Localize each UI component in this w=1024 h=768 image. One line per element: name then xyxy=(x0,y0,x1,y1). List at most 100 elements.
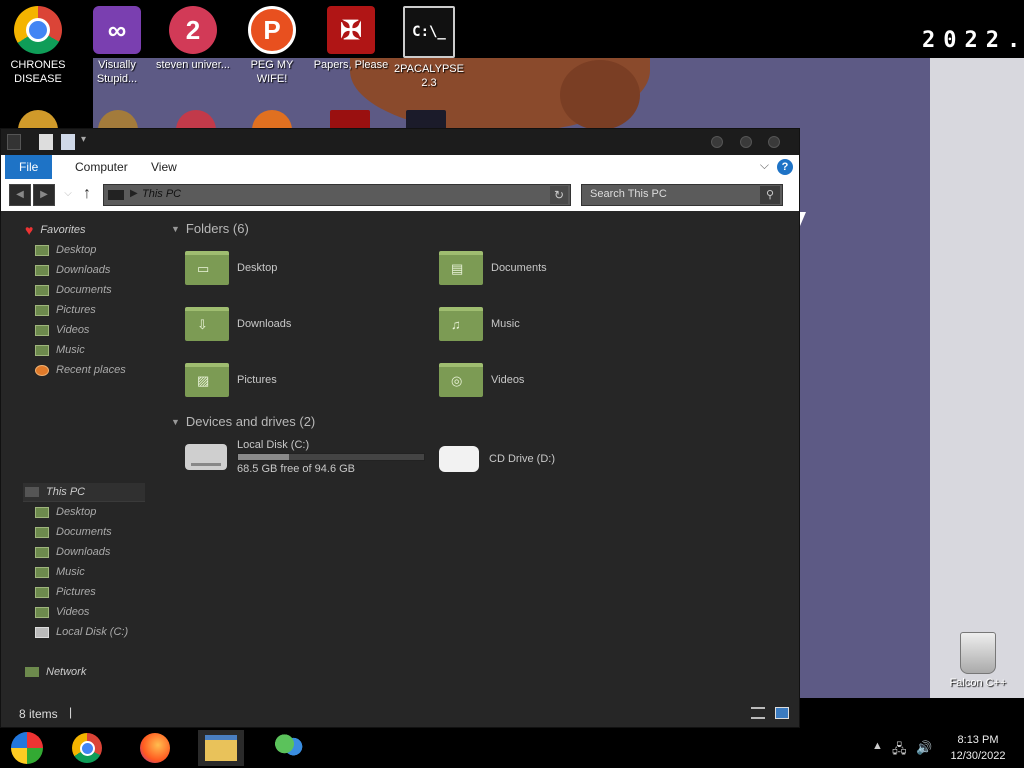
messenger-icon xyxy=(274,734,304,762)
drive-icon xyxy=(35,626,49,638)
hidden-desktop-icon[interactable] xyxy=(406,110,446,130)
tab-computer[interactable]: Computer xyxy=(61,155,142,179)
desktop-icon-chrones[interactable]: CHRONES DISEASE xyxy=(0,0,76,86)
hidden-desktop-icon[interactable] xyxy=(330,110,370,130)
start-button[interactable] xyxy=(4,730,50,766)
nav-item-pictures[interactable]: Pictures xyxy=(35,583,96,601)
network-tray-icon[interactable]: 🖧 xyxy=(892,740,907,762)
new-folder-icon[interactable] xyxy=(61,134,75,150)
folder-label: Music xyxy=(491,318,520,330)
address-bar[interactable]: ▶ This PC ↻ xyxy=(103,184,571,206)
folder-tile-music[interactable]: ♫ Music xyxy=(439,307,520,341)
videos-icon xyxy=(35,606,49,618)
folder-label: Videos xyxy=(491,374,525,386)
maximize-button[interactable] xyxy=(740,136,752,148)
drive-name: CD Drive (D:) xyxy=(489,453,555,465)
drive-usage-fill xyxy=(238,454,290,460)
explorer-window: ▾ File Computer View ⌵ ? ◀ ▶ ⌵ ↑ ▶ This … xyxy=(0,128,800,728)
nav-item-music[interactable]: Music xyxy=(35,341,85,359)
nav-favorites[interactable]: ♥ Favorites xyxy=(25,221,86,239)
breadcrumb-arrow-icon[interactable]: ▶ xyxy=(130,188,138,199)
nav-network[interactable]: Network xyxy=(25,663,86,681)
nav-item-recent-places[interactable]: Recent places xyxy=(35,361,126,379)
search-icon[interactable]: ⚲ xyxy=(760,186,780,204)
drive-tile-cd[interactable]: CD Drive (D:) xyxy=(439,446,555,472)
large-icons-view-icon[interactable] xyxy=(775,707,789,719)
desktop-icon-steven-universe[interactable]: 2 steven univer... xyxy=(155,0,231,72)
up-button[interactable]: ↑ xyxy=(83,185,91,203)
drive-tile-local-disk[interactable]: Local Disk (C:) 68.5 GB free of 94.6 GB xyxy=(185,439,425,475)
folder-tile-videos[interactable]: ◎ Videos xyxy=(439,363,524,397)
nav-item-label: Local Disk (C:) xyxy=(56,626,129,638)
ribbon: File Computer View ⌵ ? xyxy=(1,155,799,179)
properties-icon[interactable] xyxy=(39,134,53,150)
folder-tile-pictures[interactable]: ▨ Pictures xyxy=(185,363,277,397)
downloads-folder-icon: ⇩ xyxy=(185,307,229,341)
recent-locations-chevron-icon[interactable]: ⌵ xyxy=(57,184,79,206)
nav-item-local-disk[interactable]: Local Disk (C:) xyxy=(35,623,128,641)
system-clock[interactable]: 8:13 PM 12/30/2022 xyxy=(940,732,1016,764)
close-button[interactable] xyxy=(768,136,780,148)
forward-button[interactable]: ▶ xyxy=(33,184,55,206)
desktop-right-panel xyxy=(930,58,1024,698)
taskbar-file-explorer[interactable] xyxy=(198,730,244,766)
nav-this-pc[interactable]: This PC xyxy=(25,483,85,501)
nav-item-desktop[interactable]: Desktop xyxy=(35,503,96,521)
desktop-icon-peg[interactable]: P PEG MY WIFE! xyxy=(234,0,310,86)
details-view-icon[interactable] xyxy=(751,707,765,719)
folder-tile-desktop[interactable]: ▭ Desktop xyxy=(185,251,277,285)
desktop-icon-recycle-bin[interactable]: Falcon C++ xyxy=(940,628,1016,690)
nav-item-documents[interactable]: Documents xyxy=(35,281,112,299)
devices-group-header[interactable]: ▼ Devices and drives (2) xyxy=(171,414,315,429)
nav-favorites-label: Favorites xyxy=(40,224,86,236)
tab-view[interactable]: View xyxy=(137,155,191,179)
music-icon xyxy=(35,566,49,578)
drive-usage-bar xyxy=(237,453,425,461)
back-button[interactable]: ◀ xyxy=(9,184,31,206)
devices-group-label: Devices and drives (2) xyxy=(185,414,316,429)
firefox-icon xyxy=(140,733,170,763)
desktop-icon-2pacalypse[interactable]: C:\_ 2PACALYPSE 2.3 xyxy=(391,0,467,90)
content-pane: ▼ Folders (6) ▭ Desktop ▤ Documents ⇩ Do… xyxy=(151,211,799,701)
expand-ribbon-chevron-icon[interactable]: ⌵ xyxy=(760,158,769,173)
taskbar-firefox[interactable] xyxy=(132,730,178,766)
nav-item-videos[interactable]: Videos xyxy=(35,603,89,621)
search-box[interactable]: Search This PC ⚲ xyxy=(581,184,783,206)
folder-label: Documents xyxy=(491,262,547,274)
nav-item-pictures[interactable]: Pictures xyxy=(35,301,96,319)
show-hidden-icons-chevron-icon[interactable]: ▲ xyxy=(872,740,883,752)
chrome-icon xyxy=(72,733,102,763)
nav-item-desktop[interactable]: Desktop xyxy=(35,241,96,259)
taskbar-messenger[interactable] xyxy=(266,730,312,766)
year-text: 2022. xyxy=(922,28,1024,53)
folder-tile-documents[interactable]: ▤ Documents xyxy=(439,251,547,285)
refresh-button[interactable]: ↻ xyxy=(550,186,568,204)
desktop-folder-icon: ▭ xyxy=(185,251,229,285)
minimize-button[interactable] xyxy=(711,136,723,148)
search-input[interactable]: Search This PC xyxy=(590,188,667,200)
downloads-icon xyxy=(35,546,49,558)
mouse-cursor-icon xyxy=(800,212,806,226)
title-bar[interactable]: ▾ xyxy=(1,129,799,155)
nav-item-downloads[interactable]: Downloads xyxy=(35,543,110,561)
nav-item-downloads[interactable]: Downloads xyxy=(35,261,110,279)
customize-toolbar-chevron-icon[interactable]: ▾ xyxy=(81,134,95,150)
help-icon[interactable]: ? xyxy=(777,159,793,175)
folder-tile-downloads[interactable]: ⇩ Downloads xyxy=(185,307,291,341)
nav-item-label: Documents xyxy=(56,284,112,296)
tab-file[interactable]: File xyxy=(5,155,53,179)
collapse-chevron-icon: ▼ xyxy=(171,223,180,234)
window-menu-icon[interactable] xyxy=(7,134,21,150)
taskbar-chrome[interactable] xyxy=(64,730,110,766)
navigation-bar: ◀ ▶ ⌵ ↑ ▶ This PC ↻ Search This PC ⚲ xyxy=(1,179,799,211)
nav-item-label: Desktop xyxy=(56,244,97,256)
desktop-icon-visual-studio[interactable]: ∞ Visually Stupid... xyxy=(79,0,155,86)
nav-item-documents[interactable]: Documents xyxy=(35,523,112,541)
folders-group-header[interactable]: ▼ Folders (6) xyxy=(171,221,249,236)
nav-item-videos[interactable]: Videos xyxy=(35,321,89,339)
nav-item-music[interactable]: Music xyxy=(35,563,85,581)
volume-icon[interactable]: 🔊 xyxy=(916,740,932,756)
desktop-icon-papers-please[interactable]: ✠ Papers, Please xyxy=(313,0,389,72)
drive-name: Local Disk (C:) xyxy=(237,439,310,451)
navigation-pane: ♥ Favorites Desktop Downloads Documents … xyxy=(1,211,151,701)
